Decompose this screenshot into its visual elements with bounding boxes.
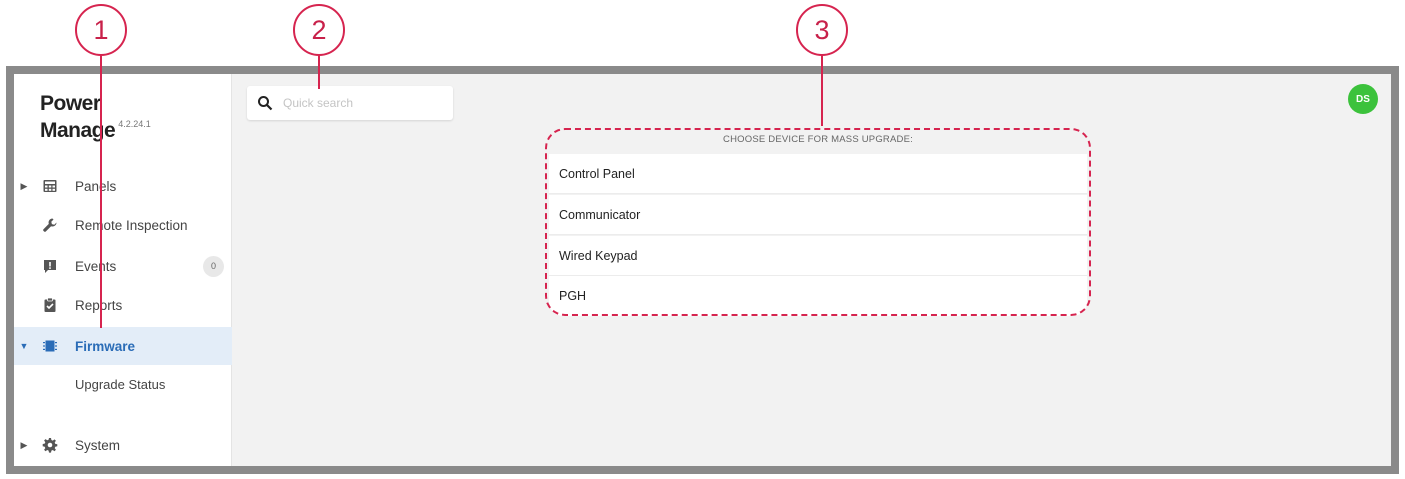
device-option-wired-keypad[interactable]: Wired Keypad xyxy=(549,236,1087,276)
sidebar-item-panels[interactable]: ▶ Panels xyxy=(14,167,232,205)
logo-line-1: Power xyxy=(40,92,101,115)
panel-icon xyxy=(43,180,57,192)
logo-line-2: Manage 4.2.24.1 xyxy=(40,114,151,141)
callout-3: 3 xyxy=(796,4,848,56)
user-avatar[interactable]: DS xyxy=(1348,84,1378,114)
sidebar-item-system[interactable]: ▶ System xyxy=(14,426,232,464)
sidebar-subitem-upgrade-status[interactable]: Upgrade Status xyxy=(14,366,232,402)
sidebar-item-label: Remote Inspection xyxy=(75,217,188,233)
logo-text-manage: Manage xyxy=(40,119,116,142)
sidebar-item-events[interactable]: Events 0 xyxy=(14,247,232,285)
sidebar-item-firmware[interactable]: ▼ Firmware xyxy=(14,327,232,365)
app-window: Power Manage 4.2.24.1 ▶ Panels Remote In… xyxy=(14,74,1391,466)
sidebar-item-label: Events xyxy=(75,258,117,274)
caret-right-icon[interactable]: ▶ xyxy=(20,440,28,450)
wrench-icon xyxy=(43,218,57,232)
sidebar-item-label: Panels xyxy=(75,178,117,194)
sidebar-item-label: Reports xyxy=(75,297,123,313)
events-count-badge: 0 xyxy=(203,255,224,277)
search-input[interactable] xyxy=(283,92,443,114)
screenshot-frame: Power Manage 4.2.24.1 ▶ Panels Remote In… xyxy=(6,66,1399,474)
sidebar-subitem-label: Upgrade Status xyxy=(75,376,166,392)
gear-icon xyxy=(42,438,58,453)
device-option-pgh[interactable]: PGH xyxy=(549,276,1087,316)
chip-icon xyxy=(43,340,57,352)
caret-down-icon[interactable]: ▼ xyxy=(20,341,29,351)
device-option-communicator[interactable]: Communicator xyxy=(549,195,1087,235)
app-version: 4.2.24.1 xyxy=(118,119,151,129)
alert-icon xyxy=(44,260,56,273)
mass-upgrade-device-panel: CHOOSE DEVICE FOR MASS UPGRADE: Control … xyxy=(545,128,1091,316)
sidebar-item-label: Firmware xyxy=(75,338,136,354)
sidebar-item-remote-inspection[interactable]: Remote Inspection xyxy=(14,206,232,244)
mass-upgrade-title: CHOOSE DEVICE FOR MASS UPGRADE: xyxy=(723,134,913,145)
sidebar: Power Manage 4.2.24.1 ▶ Panels Remote In… xyxy=(14,74,232,466)
caret-right-icon[interactable]: ▶ xyxy=(20,181,28,191)
callout-1: 1 xyxy=(75,4,127,56)
sidebar-item-label: System xyxy=(75,437,121,453)
quick-search[interactable] xyxy=(247,86,453,120)
device-option-control-panel[interactable]: Control Panel xyxy=(549,154,1087,194)
sidebar-item-reports[interactable]: Reports xyxy=(14,286,232,324)
callout-2: 2 xyxy=(293,4,345,56)
search-icon xyxy=(258,96,273,111)
app-logo: Power Manage 4.2.24.1 xyxy=(40,92,151,141)
clipboard-check-icon xyxy=(44,297,56,312)
